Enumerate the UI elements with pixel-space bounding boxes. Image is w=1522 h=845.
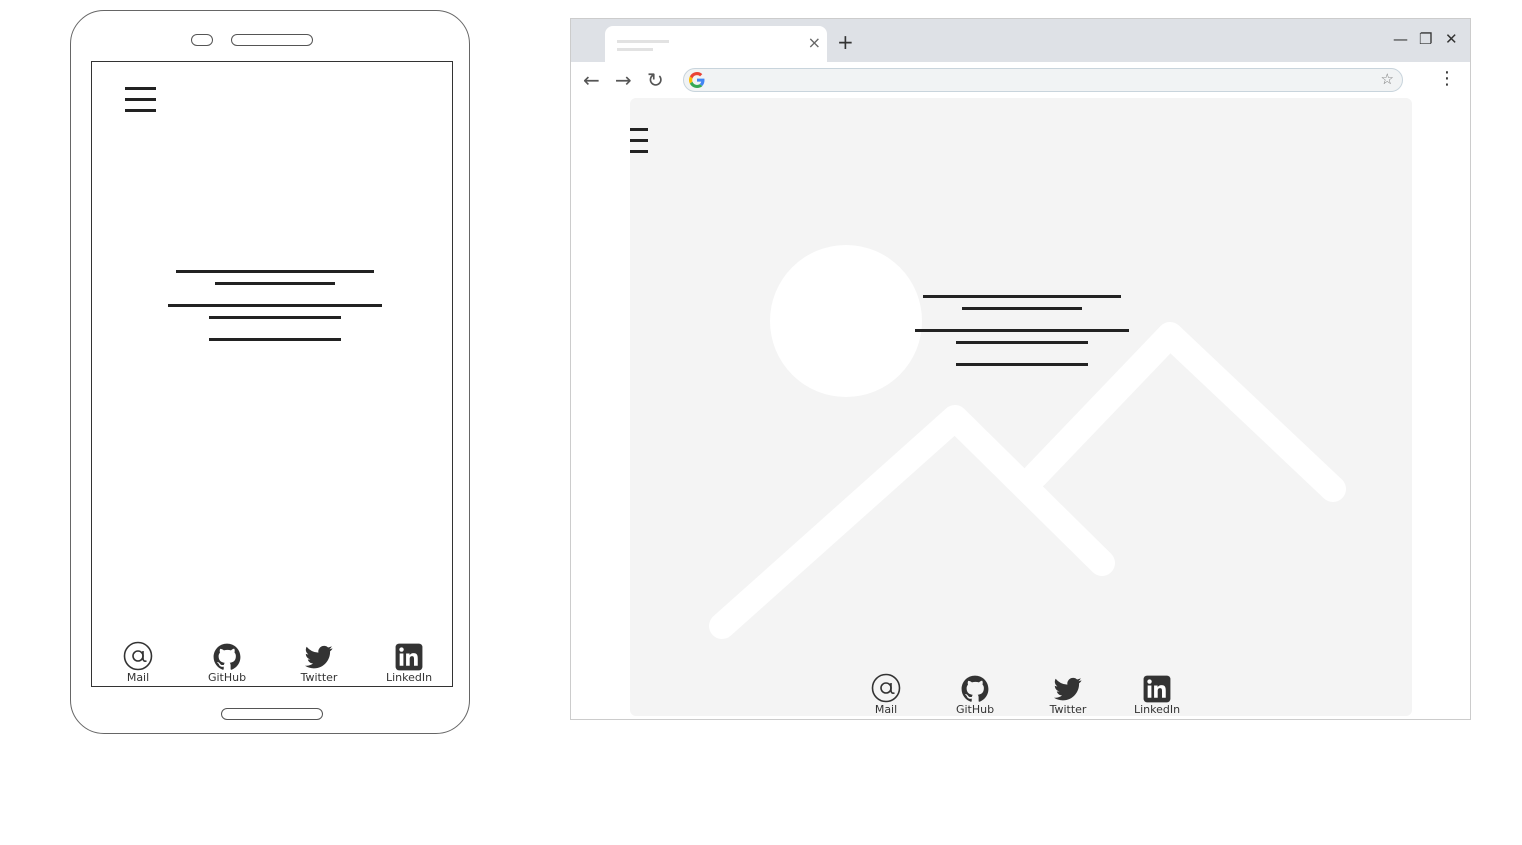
twitter-icon	[305, 645, 333, 669]
browser-menu-icon[interactable]: ⋮	[1438, 67, 1456, 91]
text-line	[956, 363, 1088, 366]
github-label: GitHub	[955, 703, 995, 716]
hamburger-menu-icon[interactable]	[125, 87, 156, 113]
text-line	[923, 295, 1121, 298]
mobile-screen: Mail GitHub Twitter LinkedIn	[91, 61, 453, 687]
text-line	[176, 270, 374, 273]
mail-label: Mail	[126, 671, 150, 684]
linkedin-icon	[1143, 675, 1171, 703]
text-line	[962, 307, 1082, 310]
github-icon	[213, 643, 241, 670]
tab-title-placeholder	[617, 48, 653, 51]
phone-camera	[191, 34, 213, 46]
window-close-icon[interactable]: ✕	[1445, 29, 1458, 49]
phone-speaker	[231, 34, 313, 46]
twitter-label: Twitter	[300, 671, 338, 684]
text-line	[915, 329, 1129, 332]
text-line	[215, 282, 335, 285]
browser-tab[interactable]: ×	[605, 26, 827, 62]
restore-icon[interactable]: ❐	[1419, 29, 1432, 49]
linkedin-icon	[395, 643, 423, 671]
at-icon	[123, 641, 153, 671]
linkedin-label: LinkedIn	[386, 671, 433, 684]
github-label: GitHub	[207, 671, 247, 684]
text-line	[956, 341, 1088, 344]
google-icon	[689, 72, 705, 88]
twitter-link[interactable]: Twitter	[295, 643, 343, 684]
mail-link[interactable]: Mail	[866, 673, 906, 716]
image-placeholder-icon	[709, 245, 1346, 639]
twitter-link[interactable]: Twitter	[1044, 675, 1092, 716]
mail-link[interactable]: Mail	[118, 641, 158, 684]
linkedin-link[interactable]: LinkedIn	[386, 643, 432, 684]
browser-toolbar: ← → ↻ ☆ ⋮	[571, 62, 1470, 98]
text-line	[209, 338, 341, 341]
new-tab-icon[interactable]: +	[837, 31, 854, 53]
page-viewport: Mail GitHub Twitter LinkedIn	[630, 98, 1412, 716]
twitter-label: Twitter	[1049, 703, 1087, 716]
at-icon	[871, 673, 901, 703]
reload-icon[interactable]: ↻	[647, 68, 664, 92]
tab-bar: × + — ❐ ✕	[571, 19, 1470, 62]
hamburger-menu-icon[interactable]	[630, 128, 648, 154]
twitter-icon	[1054, 677, 1082, 701]
bookmark-star-icon[interactable]: ☆	[1381, 70, 1394, 88]
tab-close-icon[interactable]: ×	[808, 33, 821, 53]
github-icon	[961, 675, 989, 702]
back-arrow-icon[interactable]: ←	[583, 68, 600, 92]
minimize-icon[interactable]: —	[1393, 29, 1408, 49]
mobile-mockup: Mail GitHub Twitter LinkedIn	[70, 10, 470, 734]
linkedin-label: LinkedIn	[1134, 703, 1181, 716]
mail-label: Mail	[874, 703, 898, 716]
forward-arrow-icon[interactable]: →	[615, 68, 632, 92]
text-line	[209, 316, 341, 319]
address-bar[interactable]: ☆	[683, 68, 1403, 92]
github-link[interactable]: GitHub	[953, 675, 997, 716]
desktop-browser-mockup: × + — ❐ ✕ ← → ↻ ☆ ⋮ Mail GitHub Twitter …	[570, 18, 1471, 720]
linkedin-link[interactable]: LinkedIn	[1134, 675, 1180, 716]
github-link[interactable]: GitHub	[205, 643, 249, 684]
text-line	[168, 304, 382, 307]
phone-home-button	[221, 708, 323, 720]
tab-title-placeholder	[617, 40, 669, 43]
